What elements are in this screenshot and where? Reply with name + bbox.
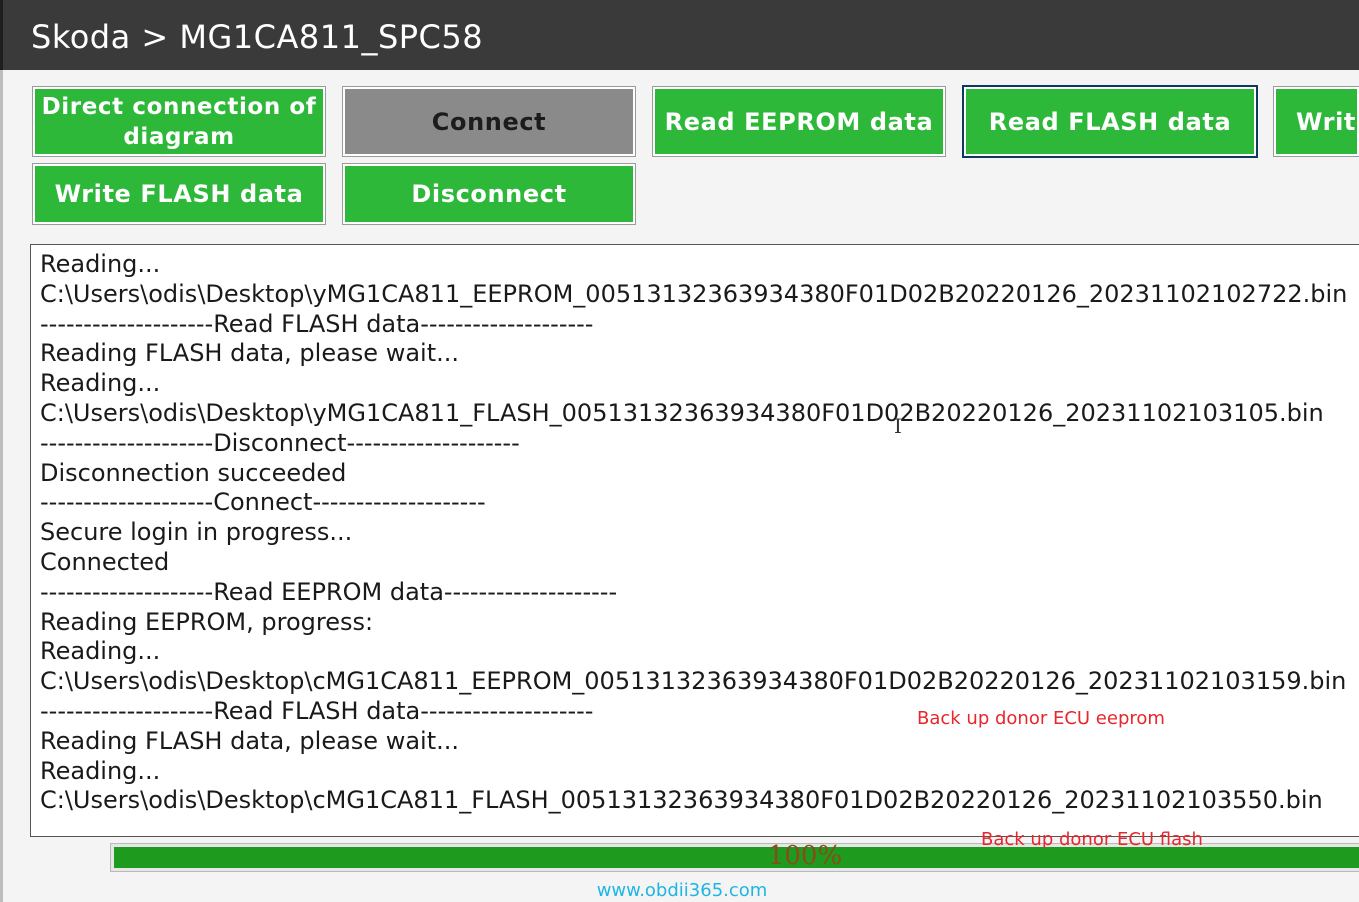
log-line: C:\Users\odis\Desktop\yMG1CA811_FLASH_00… xyxy=(40,398,1324,427)
log-line: Secure login in progress... xyxy=(40,518,353,547)
annotation-flash: Back up donor ECU flash xyxy=(981,829,1203,850)
progress-fill xyxy=(114,847,1359,868)
log-line: Reading FLASH data, please wait... xyxy=(40,339,459,368)
log-line: Reading FLASH data, please wait... xyxy=(40,726,459,755)
log-line: --------------------Read EEPROM data----… xyxy=(40,577,618,606)
disconnect-button[interactable]: Disconnect xyxy=(342,163,636,225)
direct-connection-button[interactable]: Direct connection of diagram xyxy=(32,86,326,157)
breadcrumb: Skoda > MG1CA811_SPC58 xyxy=(31,18,484,56)
log-output[interactable]: Reading... C:\Users\odis\Desktop\yMG1CA8… xyxy=(30,244,1359,837)
app-window: Skoda > MG1CA811_SPC58 Direct connection… xyxy=(0,0,1359,902)
log-line: C:\Users\odis\Desktop\cMG1CA811_EEPROM_0… xyxy=(40,667,1347,696)
write-flash-button[interactable]: Write FLASH data xyxy=(32,163,326,225)
log-line: C:\Users\odis\Desktop\cMG1CA811_FLASH_00… xyxy=(40,786,1323,815)
log-line: --------------------Disconnect----------… xyxy=(40,428,520,457)
window-left-edge xyxy=(0,70,3,902)
connect-button[interactable]: Connect xyxy=(342,86,636,157)
log-line: Connected xyxy=(40,547,170,576)
log-line: Reading... xyxy=(40,637,161,666)
log-line: --------------------Connect-------------… xyxy=(40,488,486,517)
text-cursor-icon: I xyxy=(894,414,902,438)
log-lines: Reading... C:\Users\odis\Desktop\yMG1CA8… xyxy=(40,250,1347,816)
log-line: C:\Users\odis\Desktop\yMG1CA811_EEPROM_0… xyxy=(40,279,1348,308)
log-line: Disconnection succeeded xyxy=(40,458,347,487)
read-flash-button[interactable]: Read FLASH data xyxy=(962,85,1258,158)
log-line: Reading... xyxy=(40,250,161,278)
log-line: Reading... xyxy=(40,369,161,398)
annotation-eeprom: Back up donor ECU eeprom xyxy=(917,708,1165,729)
read-eeprom-button[interactable]: Read EEPROM data xyxy=(652,86,946,157)
watermark: www.obdii365.com xyxy=(596,880,768,901)
title-bar: Skoda > MG1CA811_SPC58 xyxy=(0,0,1359,70)
log-line: Reading... xyxy=(40,756,161,785)
write-button-partial[interactable]: Write xyxy=(1273,86,1359,157)
log-line: Reading EEPROM, progress: xyxy=(40,607,374,636)
log-line: --------------------Read FLASH data-----… xyxy=(40,309,594,338)
